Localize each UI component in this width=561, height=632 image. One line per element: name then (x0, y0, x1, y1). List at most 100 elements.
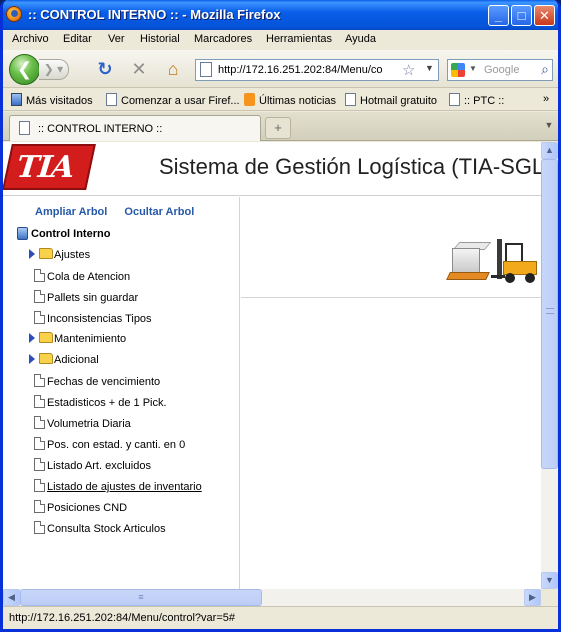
tree-item-ajustes[interactable]: Ajustes (29, 248, 90, 261)
tree-item-volumetria-diaria[interactable]: Volumetria Diaria (34, 416, 131, 430)
status-bar: http://172.16.251.202:84/Menu/control?va… (3, 606, 558, 629)
expand-arrow-icon[interactable] (29, 333, 35, 343)
forward-button[interactable]: ❯ ▾ (39, 59, 69, 80)
search-engine-dropdown-icon[interactable]: ▼ (469, 64, 477, 73)
horizontal-scroll-thumb[interactable]: ≡ (20, 589, 262, 606)
menu-archivo[interactable]: Archivo (12, 33, 49, 45)
tree-item-estadisticos[interactable]: Estadisticos + de 1 Pick. (34, 395, 167, 409)
tree-item-listado-de-ajustes[interactable]: Listado de ajustes de inventario (34, 479, 202, 493)
main-panel (241, 197, 541, 589)
bookmark-mas-visitados[interactable]: Más visitados (11, 93, 93, 107)
panel-divider (241, 297, 541, 298)
navigation-toolbar: ❮ ❯ ▾ ↻ ✕ ⌂ http://172.16.251.202:84/Men… (3, 50, 558, 88)
bookmark-comenzar[interactable]: Comenzar a usar Firef... (106, 93, 240, 107)
forklift-fork (491, 275, 505, 278)
close-button[interactable]: ✕ (534, 5, 555, 26)
tree-item-adicional[interactable]: Adicional (29, 353, 99, 366)
window-title: :: CONTROL INTERNO :: - Mozilla Firefox (28, 7, 281, 22)
status-text: http://172.16.251.202:84/Menu/control?va… (9, 612, 235, 624)
home-icon[interactable]: ⌂ (163, 59, 183, 79)
tree-item-mantenimiento[interactable]: Mantenimiento (29, 332, 126, 345)
title-bar[interactable]: :: CONTROL INTERNO :: - Mozilla Firefox … (3, 0, 558, 30)
maximize-button[interactable]: □ (511, 5, 532, 26)
url-text[interactable]: http://172.16.251.202:84/Menu/co (218, 64, 398, 76)
bookmark-hotmail[interactable]: Hotmail gratuito (345, 93, 437, 107)
expand-tree-link[interactable]: Ampliar Arbol (35, 206, 107, 218)
collapse-tree-link[interactable]: Ocultar Arbol (124, 206, 194, 218)
menu-marcadores[interactable]: Marcadores (194, 33, 252, 45)
menu-historial[interactable]: Historial (140, 33, 180, 45)
menu-ver[interactable]: Ver (108, 33, 125, 45)
back-button[interactable]: ❮ (9, 54, 40, 85)
tree-root[interactable]: Control Interno (17, 227, 110, 240)
scroll-up-icon[interactable]: ▲ (541, 142, 558, 159)
scroll-down-icon[interactable]: ▼ (541, 572, 558, 589)
page-icon (345, 93, 356, 106)
url-dropdown-icon[interactable]: ▼ (425, 63, 434, 73)
forklift-icon (491, 239, 541, 285)
vertical-scroll-thumb[interactable] (541, 159, 558, 469)
folder-icon (39, 248, 53, 259)
grip-icon (546, 308, 554, 314)
pallet-base (446, 272, 490, 280)
tree-item-consulta-stock[interactable]: Consulta Stock Articulos (34, 521, 166, 535)
folder-icon (39, 332, 53, 343)
tree-item-pos-con-estad[interactable]: Pos. con estad. y canti. en 0 (34, 437, 185, 451)
search-bar[interactable]: ▼ Google ⌕ (447, 59, 553, 81)
tab-list-chevron-down-icon[interactable]: ▼ (542, 120, 556, 136)
vertical-scrollbar[interactable]: ▲ ▼ (541, 142, 558, 589)
google-icon[interactable] (451, 63, 465, 77)
page-icon (19, 121, 30, 135)
forklift-cab (505, 243, 523, 263)
document-icon (34, 479, 45, 492)
scroll-left-icon[interactable]: ◀ (3, 589, 20, 606)
page-icon (106, 93, 117, 106)
menu-ayuda[interactable]: Ayuda (345, 33, 376, 45)
tree-item-pallets-sin-guardar[interactable]: Pallets sin guardar (34, 290, 138, 304)
pallet-box-icon (446, 242, 492, 282)
folder-icon (39, 353, 53, 364)
tree-item-listado-art-excluidos[interactable]: Listado Art. excluidos (34, 458, 151, 472)
menu-herramientas[interactable]: Herramientas (266, 33, 332, 45)
menu-editar[interactable]: Editar (63, 33, 92, 45)
document-icon (34, 437, 45, 450)
document-icon (34, 395, 45, 408)
new-tab-button[interactable]: + (265, 117, 291, 139)
stop-icon[interactable]: ✕ (129, 59, 149, 79)
tree-item-cola-de-atencion[interactable]: Cola de Atencion (34, 269, 130, 283)
address-bar[interactable]: http://172.16.251.202:84/Menu/co ☆ ▼ (195, 59, 439, 81)
rss-icon (244, 93, 255, 106)
document-icon (34, 290, 45, 303)
tab-control-interno[interactable]: :: CONTROL INTERNO :: (9, 115, 261, 141)
search-icon[interactable]: ⌕ (541, 61, 549, 78)
expand-arrow-icon[interactable] (29, 249, 35, 259)
document-icon (34, 500, 45, 513)
bookmark-ptc[interactable]: :: PTC :: (449, 93, 504, 107)
menu-bar: Archivo Editar Ver Historial Marcadores … (3, 30, 558, 50)
scroll-right-icon[interactable]: ▶ (524, 589, 541, 606)
tree-item-inconsistencias-tipos[interactable]: Inconsistencias Tipos (34, 311, 152, 325)
expand-arrow-icon[interactable] (29, 354, 35, 364)
forklift-wheel (525, 273, 535, 283)
tia-logo: TIA (3, 144, 96, 190)
tab-strip: :: CONTROL INTERNO :: + ▼ (3, 112, 558, 141)
document-icon (34, 374, 45, 387)
document-icon (34, 521, 45, 534)
minimize-button[interactable]: _ (488, 5, 509, 26)
tree-panel: Ampliar Arbol Ocultar Arbol Control Inte… (3, 197, 240, 589)
reload-icon[interactable]: ↻ (95, 59, 115, 79)
computer-icon (17, 227, 28, 240)
bookmarks-overflow-button[interactable]: » (543, 93, 549, 105)
firefox-icon (6, 6, 22, 22)
bookmark-ultimas-noticias[interactable]: Últimas noticias (244, 93, 336, 107)
tree-item-fechas-de-vencimiento[interactable]: Fechas de vencimiento (34, 374, 160, 388)
search-placeholder[interactable]: Google (484, 64, 519, 76)
tree-item-posiciones-cnd[interactable]: Posiciones CND (34, 500, 127, 514)
tab-label: :: CONTROL INTERNO :: (38, 123, 163, 135)
bookmark-star-icon[interactable]: ☆ (402, 61, 415, 79)
page-title: Sistema de Gestión Logística (TIA-SGL) (159, 154, 541, 179)
scrollbar-corner (541, 589, 558, 606)
horizontal-scrollbar[interactable]: ◀ ≡ ▶ (3, 589, 541, 606)
page-icon (200, 62, 212, 77)
document-icon (34, 311, 45, 324)
